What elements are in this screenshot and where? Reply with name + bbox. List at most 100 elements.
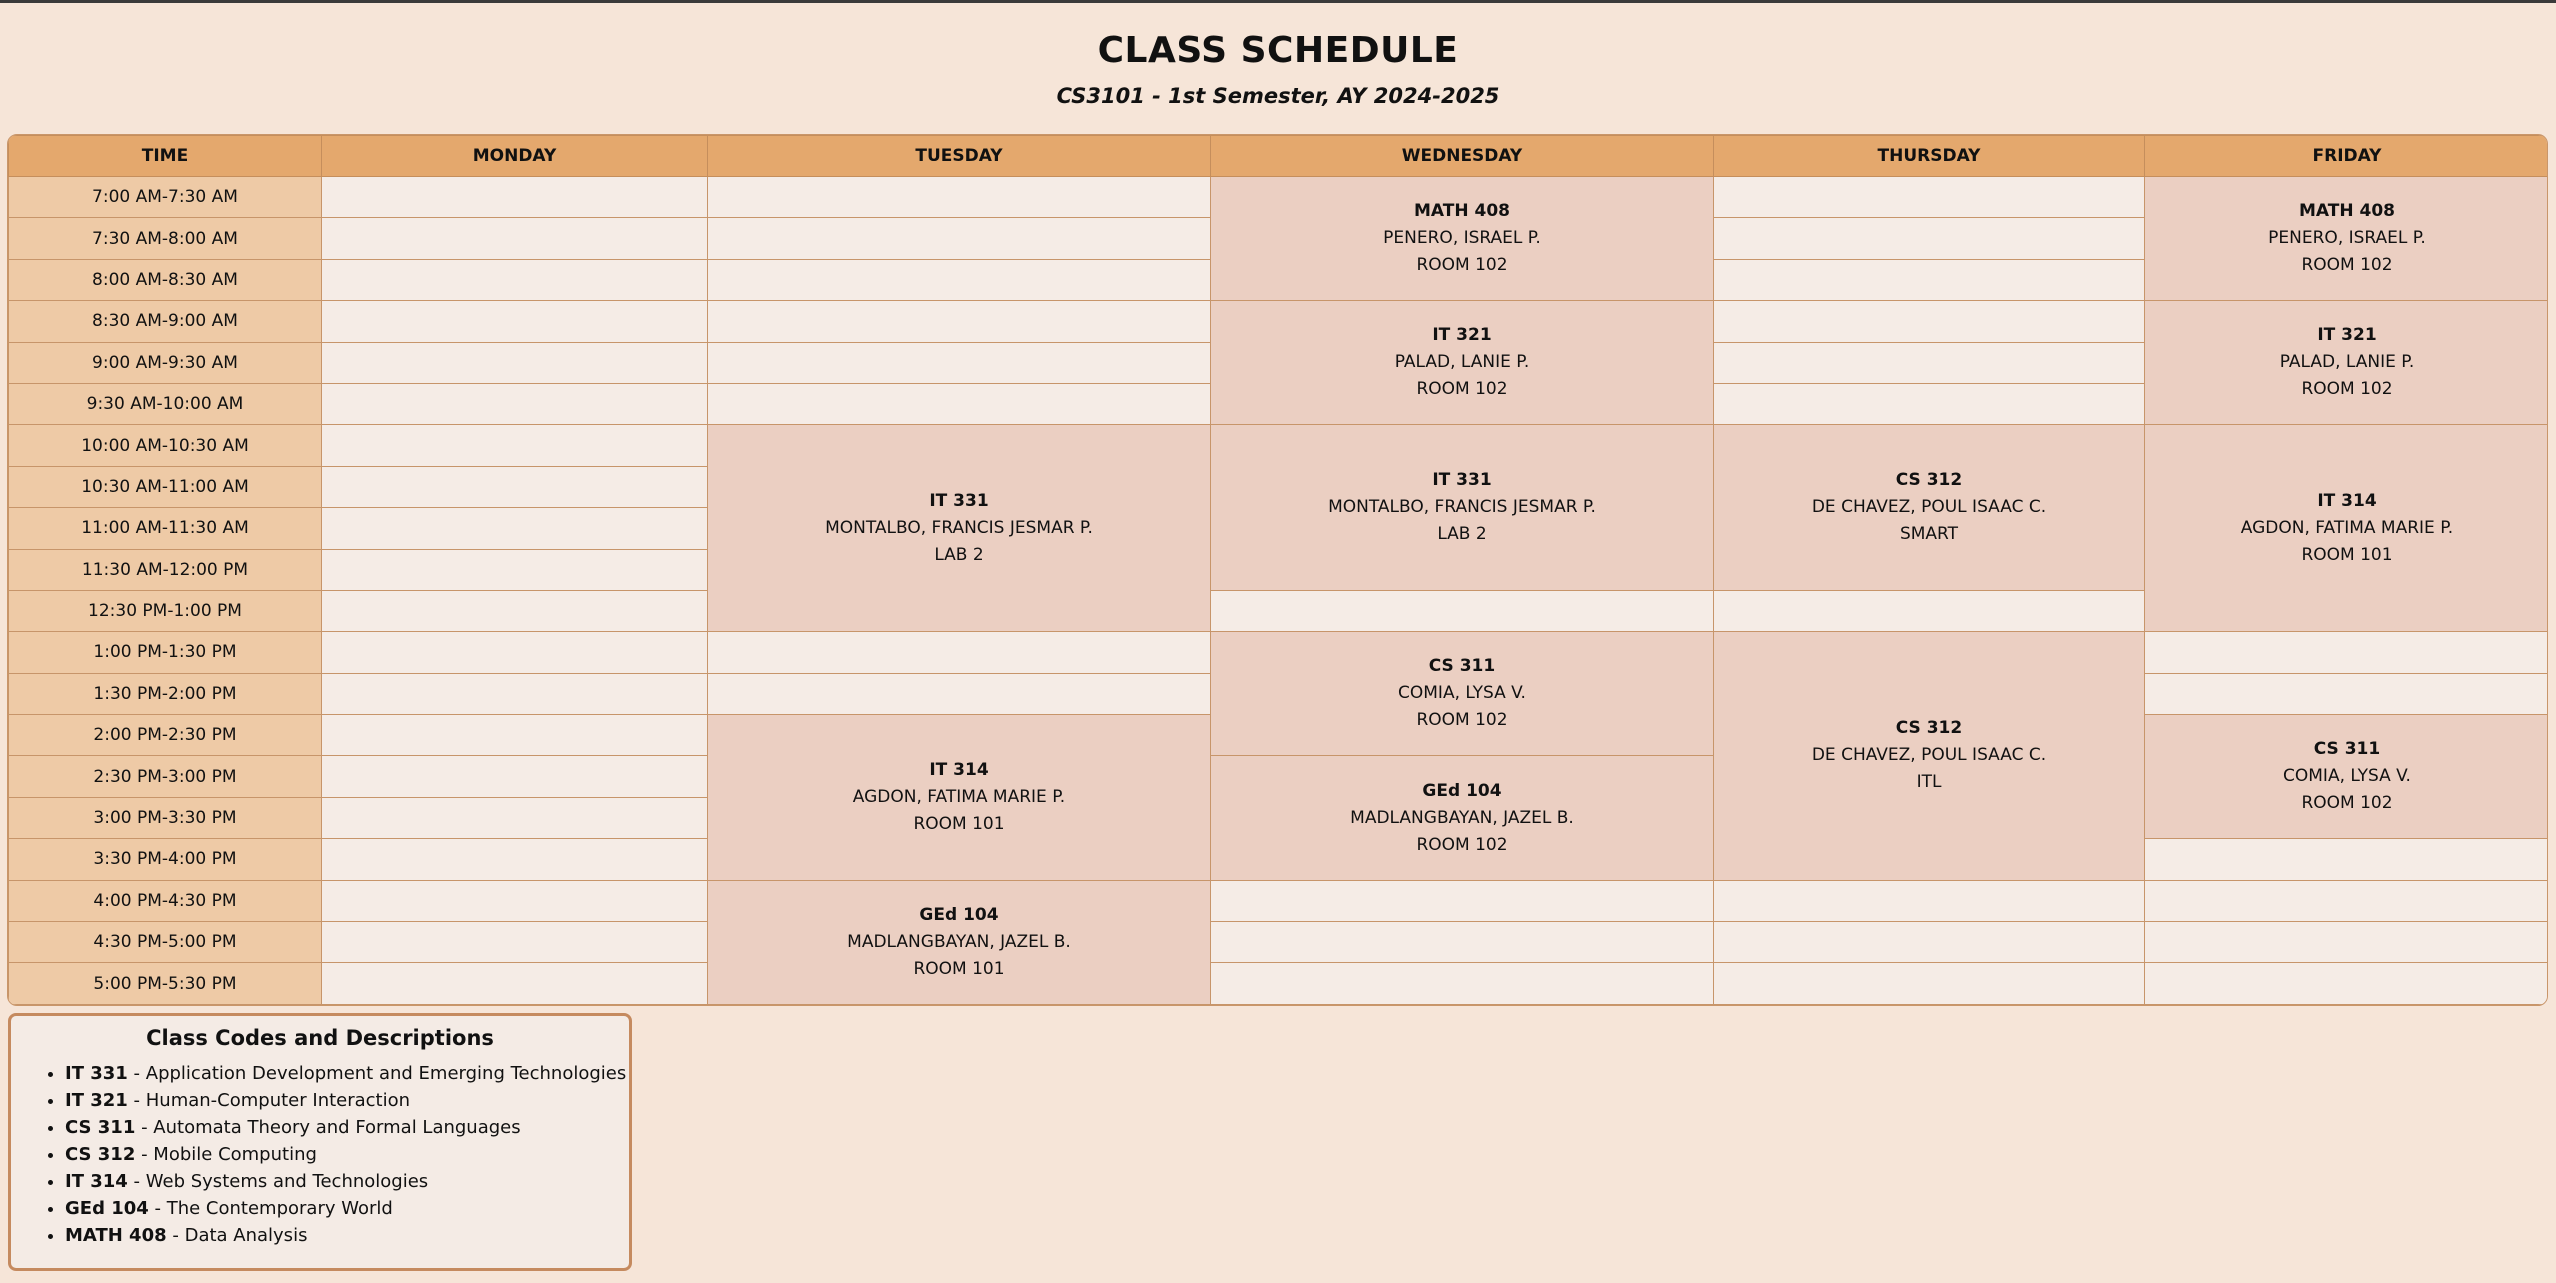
empty-slot-cell <box>1713 258 2145 302</box>
column-header-monday: MONDAY <box>321 135 708 177</box>
class-instructor: AGDON, FATIMA MARIE P. <box>852 786 1066 807</box>
schedule-table: TIME MONDAY TUESDAY WEDNESDAY THURSDAY FRIDAY… <box>8 135 2547 1005</box>
class-instructor: PENERO, ISRAEL P. <box>1383 228 1541 249</box>
table-row: 1:00 PM-1:30 PM CS 311 COMIA, LYSA V. ROOM … <box>8 631 2547 881</box>
class-block-ged-104[interactable]: GEd 104 MADLANGBAYAN, JAZEL B. ROOM 101 <box>707 879 1211 1005</box>
empty-slot-cell <box>707 175 1211 219</box>
time-slot-cell: 11:30 AM-12:00 PM <box>8 548 322 591</box>
time-slot-cell: 8:30 AM-9:00 AM <box>8 300 322 343</box>
legend-description: - Application Development and Emerging T… <box>127 1063 627 1084</box>
class-block-it-321[interactable]: IT 321 PALAD, LANIE P. ROOM 102 <box>1210 300 1714 426</box>
time-slot-cell: 1:30 PM-2:00 PM <box>8 672 322 716</box>
class-code: CS 312 <box>1895 718 1963 739</box>
empty-slot-cell <box>321 507 708 550</box>
legend-description: - Automata Theory and Formal Languages <box>135 1117 521 1138</box>
class-block-it-321[interactable]: IT 321 PALAD, LANIE P. ROOM 102 <box>2144 300 2547 426</box>
time-slot-cell: 3:30 PM-4:00 PM <box>8 838 322 881</box>
time-slot-cell: 4:00 PM-4:30 PM <box>8 879 322 923</box>
legend-item: GEd 104 - The Contemporary World <box>65 1195 629 1222</box>
class-block-cs-311[interactable]: CS 311 COMIA, LYSA V. ROOM 102 <box>2144 714 2547 840</box>
time-slot-cell: 9:30 AM-10:00 AM <box>8 382 322 426</box>
class-room: ROOM 102 <box>2301 255 2393 276</box>
class-room: ROOM 102 <box>1416 379 1508 400</box>
empty-slot-cell <box>1210 589 1714 633</box>
time-slot-cell: 4:30 PM-5:00 PM <box>8 921 322 964</box>
empty-slot-cell <box>707 300 1211 343</box>
table-row: 7:00 AM-7:30 AM MATH 408 PENERO, ISRAEL P.… <box>8 175 2547 302</box>
legend-code: CS 311 <box>65 1117 136 1138</box>
class-room: ROOM 102 <box>1416 255 1508 276</box>
empty-slot-cell <box>321 755 708 798</box>
legend-item: CS 311 - Automata Theory and Formal Lang… <box>65 1114 629 1141</box>
class-block-it-314[interactable]: IT 314 AGDON, FATIMA MARIE P. ROOM 101 <box>2144 424 2547 633</box>
empty-slot-cell <box>1210 921 1714 964</box>
legend-item: CS 312 - Mobile Computing <box>65 1141 629 1168</box>
legend-description: - Data Analysis <box>166 1225 308 1246</box>
legend-list: IT 331 - Application Development and Eme… <box>11 1060 629 1249</box>
legend-description: - Human-Computer Interaction <box>127 1090 411 1111</box>
class-instructor: PENERO, ISRAEL P. <box>2268 228 2426 249</box>
legend-description: - Web Systems and Technologies <box>127 1171 429 1192</box>
schedule-body: 7:00 AM-7:30 AM MATH 408 PENERO, ISRAEL P.… <box>8 175 2547 1005</box>
column-header-time: TIME <box>8 135 322 177</box>
empty-slot-cell <box>2144 962 2547 1005</box>
class-block-math-408[interactable]: MATH 408 PENERO, ISRAEL P. ROOM 102 <box>2144 175 2547 302</box>
table-row: 10:00 AM-10:30 AM IT 331 MONTALBO, FRANCIS… <box>8 424 2547 633</box>
empty-slot-cell <box>1713 382 2145 426</box>
class-code: IT 314 <box>2317 490 2377 511</box>
class-room: LAB 2 <box>1437 524 1487 545</box>
legend-item: IT 331 - Application Development and Eme… <box>65 1060 629 1087</box>
legend-description: - Mobile Computing <box>135 1144 317 1165</box>
empty-slot-cell <box>321 631 708 674</box>
schedule-table-container: TIME MONDAY TUESDAY WEDNESDAY THURSDAY FRIDAY… <box>7 134 2548 1006</box>
legend-code: IT 331 <box>65 1063 128 1084</box>
time-slot-cell: 11:00 AM-11:30 AM <box>8 507 322 550</box>
empty-slot-cell <box>321 796 708 840</box>
empty-slot-cell <box>1713 589 2145 633</box>
class-code: MATH 408 <box>1414 201 1510 222</box>
empty-slot-cell <box>707 631 1211 674</box>
legend-item: IT 321 - Human-Computer Interaction <box>65 1087 629 1114</box>
class-block-it-331[interactable]: IT 331 MONTALBO, FRANCIS JESMAR P. LAB 2 <box>707 424 1211 633</box>
class-block-ged-104[interactable]: GEd 104 MADLANGBAYAN, JAZEL B. ROOM 102 <box>1210 755 1714 881</box>
column-header-friday: FRIDAY <box>2144 135 2547 177</box>
class-room: LAB 2 <box>934 544 984 565</box>
class-block-math-408[interactable]: MATH 408 PENERO, ISRAEL P. ROOM 102 <box>1210 175 1714 302</box>
empty-slot-cell <box>1713 300 2145 343</box>
header-row: TIME MONDAY TUESDAY WEDNESDAY THURSDAY FRIDAY <box>8 135 2547 177</box>
class-instructor: MONTALBO, FRANCIS JESMAR P. <box>1328 497 1596 518</box>
empty-slot-cell <box>2144 879 2547 923</box>
empty-slot-cell <box>321 424 708 467</box>
time-slot-cell: 8:00 AM-8:30 AM <box>8 258 322 302</box>
empty-slot-cell <box>1713 921 2145 964</box>
time-slot-cell: 2:30 PM-3:00 PM <box>8 755 322 798</box>
class-room: SMART <box>1899 524 1959 545</box>
empty-slot-cell <box>1713 341 2145 384</box>
legend-code: MATH 408 <box>65 1225 167 1246</box>
time-slot-cell: 7:30 AM-8:00 AM <box>8 217 322 260</box>
legend-code: CS 312 <box>65 1144 136 1165</box>
empty-slot-cell <box>707 341 1211 384</box>
class-block-it-314[interactable]: IT 314 AGDON, FATIMA MARIE P. ROOM 101 <box>707 714 1211 881</box>
class-code: MATH 408 <box>2299 201 2395 222</box>
legend-item: MATH 408 - Data Analysis <box>65 1222 629 1249</box>
legend-title: Class Codes and Descriptions <box>146 1026 494 1050</box>
class-code: GEd 104 <box>919 904 999 925</box>
class-instructor: DE CHAVEZ, POUL ISAAC C. <box>1811 745 2047 766</box>
class-room: ROOM 101 <box>2301 544 2393 565</box>
time-slot-cell: 12:30 PM-1:00 PM <box>8 589 322 633</box>
time-slot-cell: 7:00 AM-7:30 AM <box>8 175 322 219</box>
table-row: 8:30 AM-9:00 AM IT 321 PALAD, LANIE P. ROOM… <box>8 300 2547 426</box>
empty-slot-cell <box>321 838 708 881</box>
class-block-it-331[interactable]: IT 331 MONTALBO, FRANCIS JESMAR P. LAB 2 <box>1210 424 1714 591</box>
class-instructor: COMIA, LYSA V. <box>2283 766 2411 787</box>
page-title: CLASS SCHEDULE <box>1097 30 1459 71</box>
class-block-cs-311[interactable]: CS 311 COMIA, LYSA V. ROOM 102 <box>1210 631 1714 757</box>
page-subtitle: CS3101 - 1st Semester, AY 2024-2025 <box>1056 84 1500 108</box>
class-instructor: COMIA, LYSA V. <box>1398 683 1526 704</box>
class-instructor: MONTALBO, FRANCIS JESMAR P. <box>825 517 1093 538</box>
class-block-cs-312[interactable]: CS 312 DE CHAVEZ, POUL ISAAC C. SMART <box>1713 424 2145 591</box>
column-header-tuesday: TUESDAY <box>707 135 1211 177</box>
class-block-cs-312[interactable]: CS 312 DE CHAVEZ, POUL ISAAC C. ITL <box>1713 631 2145 881</box>
time-slot-cell: 5:00 PM-5:30 PM <box>8 962 322 1005</box>
